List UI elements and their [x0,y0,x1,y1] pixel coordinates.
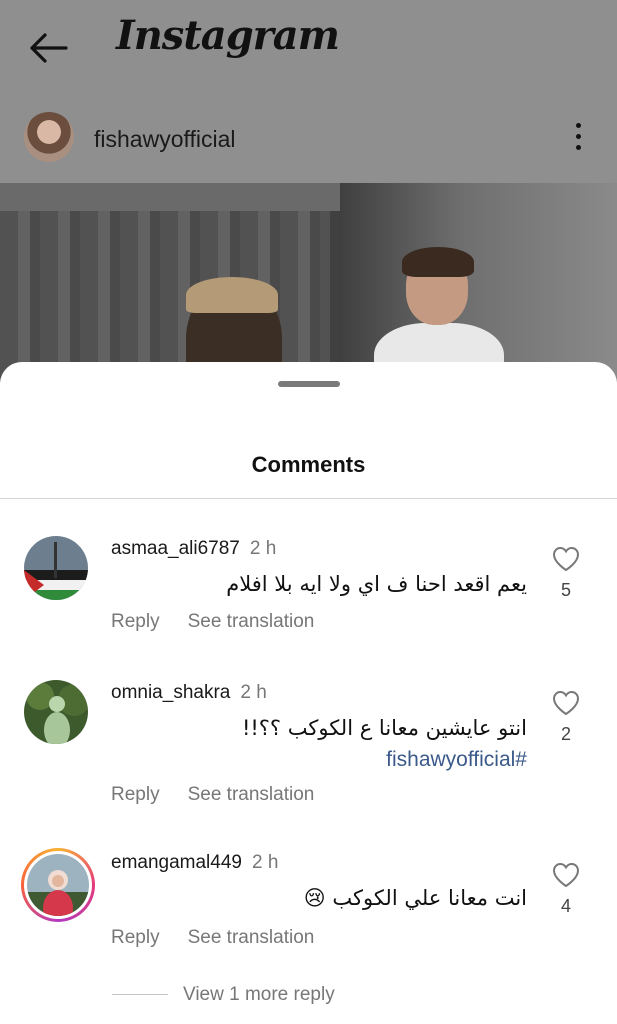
comment-text: يعم اقعد احنا ف اي ولا ايه بلا افلام [226,572,527,596]
comment-text: انتو عايشين معانا ع الكوكب ؟؟!! [241,716,527,740]
view-more-divider [112,994,168,995]
like-count: 2 [560,724,571,744]
commenter-avatar[interactable] [24,680,88,744]
more-options-icon[interactable] [570,123,586,153]
post-author-avatar[interactable] [24,112,74,162]
sheet-title: Comments [251,452,366,477]
top-bar: Instagram [0,0,617,95]
comments-sheet: Comments asmaa_ali6787 2 h يعم اقعد احنا … [0,362,617,1024]
see-translation-button[interactable]: See translation [188,927,315,948]
back-arrow-icon[interactable] [26,30,70,66]
comment-username[interactable]: omnia_shakra [111,682,230,703]
comment-time: 2 h [251,852,279,873]
heart-icon[interactable] [552,546,580,572]
post-photo [0,183,617,383]
comment-time: 2 h [240,682,267,703]
like-count: 4 [560,896,571,916]
commenter-avatar-story-ring[interactable] [21,848,95,922]
sheet-drag-handle[interactable] [278,381,340,387]
comment-hashtag[interactable]: fishawyofficial# [386,748,527,772]
heart-icon[interactable] [552,862,580,888]
comment-time: 2 h [249,538,277,559]
reply-button[interactable]: Reply [111,927,160,948]
comment-header: asmaa_ali6787 2 h [111,538,276,560]
comment-username[interactable]: asmaa_ali6787 [111,538,240,559]
post-header: fishawyofficial [0,95,617,183]
comment-actions: Reply See translation [111,927,342,949]
see-translation-button[interactable]: See translation [188,611,315,632]
post-author-username[interactable]: fishawyofficial [94,126,235,153]
view-more-replies-button[interactable]: View 1 more reply [183,984,335,1006]
comment-header: emangamal449 2 h [111,852,278,874]
heart-icon[interactable] [552,690,580,716]
reply-button[interactable]: Reply [111,784,160,805]
comment-header: omnia_shakra 2 h [111,682,267,704]
comment-text: انت معانا علي الكوكب 😢 [303,886,527,910]
commenter-avatar[interactable] [24,536,88,600]
reply-button[interactable]: Reply [111,611,160,632]
like-count: 5 [560,580,571,600]
see-translation-button[interactable]: See translation [188,784,315,805]
comment-actions: Reply See translation [111,784,342,806]
comment-username[interactable]: emangamal449 [111,852,242,873]
app-logo: Instagram [116,12,340,59]
divider [0,498,617,499]
comment-actions: Reply See translation [111,611,342,633]
